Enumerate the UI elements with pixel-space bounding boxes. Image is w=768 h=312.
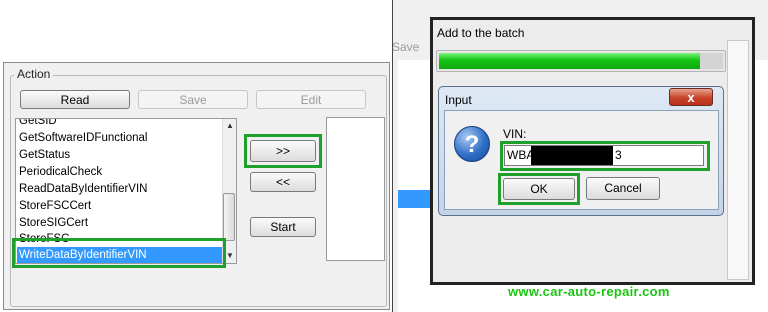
- list-item[interactable]: StoreFSCCert: [19, 198, 91, 214]
- batch-progress-fill: [439, 53, 700, 69]
- dialog-title: Input: [445, 93, 472, 107]
- list-item[interactable]: StoreSIGCert: [19, 215, 88, 231]
- batch-side-panel: [727, 40, 749, 280]
- start-button[interactable]: Start: [250, 217, 316, 237]
- save-button[interactable]: Save: [138, 90, 248, 109]
- progress-remaining: [700, 53, 723, 69]
- watermark: www.car-auto-repair.com: [508, 284, 670, 299]
- list-item[interactable]: GetSoftwareIDFunctional: [19, 130, 147, 146]
- edit-button[interactable]: Edit: [256, 90, 366, 109]
- scrollbar-thumb[interactable]: [223, 193, 235, 241]
- list-item[interactable]: PeriodicalCheck: [19, 164, 102, 180]
- background-save-label: Save: [392, 40, 420, 54]
- move-right-button[interactable]: >>: [250, 140, 316, 162]
- batch-window-title: Add to the batch: [437, 26, 525, 40]
- background-selection: [398, 190, 432, 208]
- list-item[interactable]: ReadDataByIdentifierVIN: [19, 181, 147, 197]
- vin-label: VIN:: [503, 127, 527, 141]
- question-icon: ?: [454, 126, 490, 162]
- cancel-button[interactable]: Cancel: [586, 177, 660, 200]
- ok-button[interactable]: OK: [503, 178, 575, 200]
- list-item[interactable]: GetStatus: [19, 147, 70, 163]
- move-left-button[interactable]: <<: [250, 172, 316, 192]
- vin-redaction: [531, 146, 613, 165]
- vin-value-suffix: 3: [615, 148, 622, 162]
- selected-item-highlight: [12, 238, 226, 268]
- batch-list[interactable]: [326, 117, 385, 261]
- action-group-label: Action: [14, 67, 54, 81]
- close-icon[interactable]: x: [669, 88, 713, 106]
- list-item[interactable]: GetSID: [19, 119, 57, 129]
- scroll-up-icon[interactable]: ▲: [223, 119, 237, 133]
- read-button[interactable]: Read: [20, 90, 130, 109]
